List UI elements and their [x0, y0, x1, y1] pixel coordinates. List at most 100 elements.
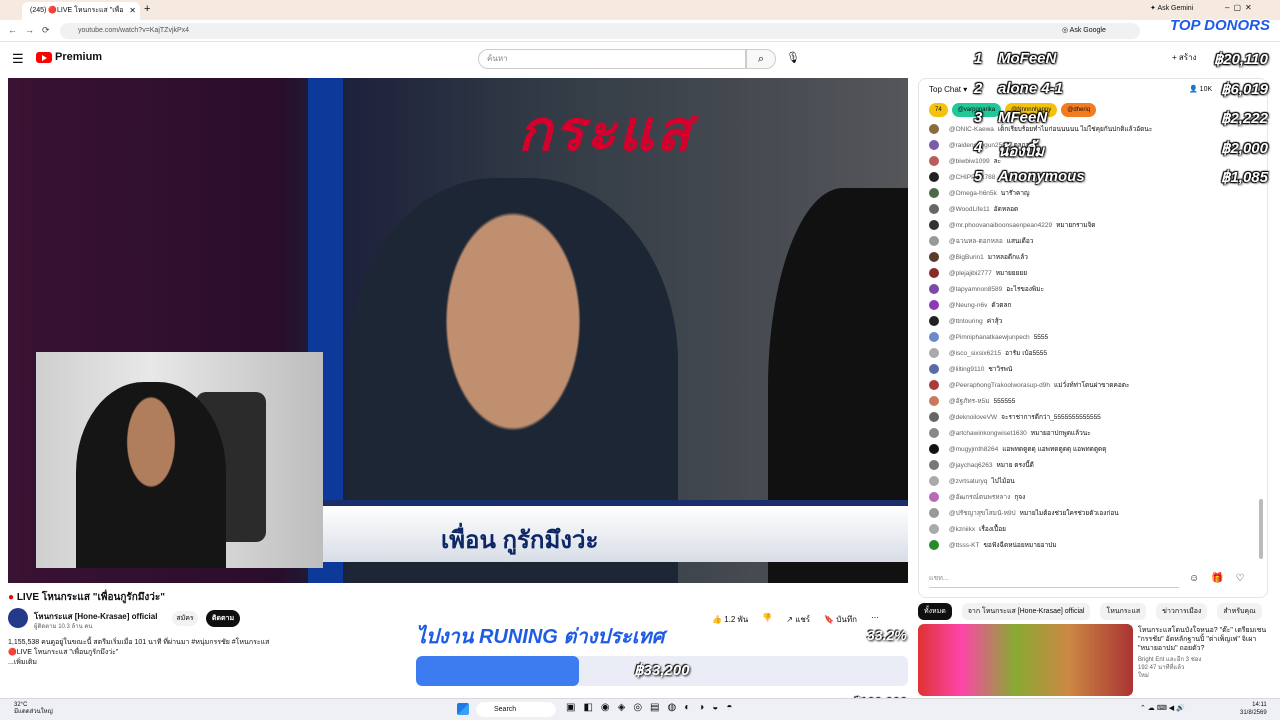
start-button[interactable] — [457, 703, 469, 715]
avatar[interactable] — [929, 364, 939, 374]
dislike-icon[interactable]: 👎 — [762, 613, 772, 626]
avatar[interactable] — [929, 140, 939, 150]
avatar[interactable] — [929, 188, 939, 198]
chat-username[interactable]: @Pimniphanatkaewjunpech — [949, 334, 1030, 341]
avatar[interactable] — [929, 428, 939, 438]
chat-message[interactable]: @plejajibi2777 หมายยยยย — [929, 265, 1254, 281]
recommendation-chip[interactable]: จาก โหนกระแส [Hone-Krasae] official — [961, 603, 1091, 620]
chat-scrollbar[interactable] — [1259, 499, 1263, 559]
avatar[interactable] — [929, 284, 939, 294]
nav-buttons[interactable]: ←→⟳ — [8, 25, 58, 36]
chat-username[interactable]: @tapyamnon8589 — [949, 286, 1002, 293]
chat-message[interactable]: @อัฐภัทร-ห5ม 555555 — [929, 393, 1254, 409]
chat-username[interactable]: @ttsss-KT — [949, 542, 979, 549]
chat-message[interactable]: @kzniikx เรื่องเปื้อย — [929, 521, 1254, 537]
url-field[interactable]: youtube.com/watch?v=KajTZvjkPx4 — [60, 23, 1140, 39]
recommendation-chip[interactable]: ทั้งหมด — [918, 603, 952, 620]
chat-message[interactable]: @lilting9110 ชาวิรพนั — [929, 361, 1254, 377]
recommendation-chip[interactable]: โหนกระแส — [1100, 603, 1147, 620]
recommendation-thumbnail[interactable] — [918, 624, 1133, 696]
chat-message[interactable]: @WoodLife11 อัดหลอด — [929, 201, 1254, 217]
chat-username[interactable]: @lilting9110 — [949, 366, 984, 373]
chat-message[interactable]: @ฉวนหล-ตอกหลอ แสนเดือว — [929, 233, 1254, 249]
recommendation-chip[interactable]: ข่าวการเมือง — [1156, 603, 1208, 620]
chat-message[interactable]: @isco_sixsix6215 อารัม เบ้อ5555 — [929, 345, 1254, 361]
emoji-icon[interactable]: ☺ — [1189, 573, 1211, 584]
chat-username[interactable]: @biwbiw1099 — [949, 158, 990, 165]
save-button[interactable]: 🔖 บันทึก — [824, 613, 857, 626]
chat-message[interactable]: @tapyamnon8589 อะไรของพิมะ — [929, 281, 1254, 297]
chat-username[interactable]: @อัฐภัทร-ห5ม — [949, 396, 990, 406]
join-button[interactable]: สมัคร — [172, 611, 198, 626]
avatar[interactable] — [929, 412, 939, 422]
pinned-donation-chip[interactable]: 74 — [929, 103, 948, 117]
avatar[interactable] — [929, 396, 939, 406]
share-button[interactable]: ↗ แชร์ — [786, 613, 810, 626]
chat-message[interactable]: @ttsss-KT ขอฟังฉีดหน่อยหมายอาปม — [929, 537, 1254, 553]
chat-message[interactable]: @PeeraphongTrakoolworasup-d9h แม่วั่งท์ท่… — [929, 377, 1254, 393]
avatar[interactable] — [929, 268, 939, 278]
chat-message[interactable]: @ปรัชญาสุขโสมนั-ห9ป หมายไมต้องช่วยใครช่วย… — [929, 505, 1254, 521]
window-controls[interactable]: –▢✕ — [1225, 3, 1256, 12]
ask-gemini-button[interactable]: ✦ Ask Gemini — [1150, 4, 1193, 12]
taskbar-apps[interactable]: ▣◧◉◈◎▤◍◐◑◒◓ — [566, 702, 740, 713]
search-icon[interactable]: ⌕ — [746, 49, 776, 69]
chat-message[interactable]: @Pimniphanatkaewjunpech 5555 — [929, 329, 1254, 345]
search-input[interactable]: ค้นหา — [478, 49, 746, 69]
chat-username[interactable]: @อัฒกรณ์ตนพรหลาง — [949, 492, 1010, 502]
chat-message[interactable]: @deknoiloveVW จะราชาการดีกว่า_55555555555… — [929, 409, 1254, 425]
system-tray[interactable]: ⌃ ☁ ⌨ ◀ 🔊 — [1140, 704, 1185, 712]
avatar[interactable] — [929, 348, 939, 358]
new-tab-icon[interactable]: + — [144, 3, 150, 15]
chat-username[interactable]: @ttntouring — [949, 318, 983, 325]
browser-tab[interactable]: (245) 🔴LIVE โหนกระแส "เพื่อ ✕ — [22, 2, 140, 20]
chat-username[interactable]: @PeeraphongTrakoolworasup-d9h — [949, 382, 1050, 389]
chat-message[interactable]: @mugyjmth8264 แอพทดตูดดุ แอพทดตูดดุ แอพทด… — [929, 441, 1254, 457]
avatar[interactable] — [929, 492, 939, 502]
chat-message[interactable]: @Neung-n6v ตัวตลก — [929, 297, 1254, 313]
chat-username[interactable]: @ฉวนหล-ตอกหลอ — [949, 236, 1003, 246]
chat-username[interactable]: @mr.phoovanaiboonsaenpean4229 — [949, 222, 1052, 229]
more-icon[interactable]: ⋯ — [871, 613, 879, 626]
avatar[interactable] — [929, 156, 939, 166]
clock[interactable]: 14:11 31/8/2569 — [1240, 701, 1267, 717]
chat-username[interactable]: @zvrtsaturyq — [949, 478, 987, 485]
chat-message[interactable]: @zvrtsaturyq ไปไม้อน — [929, 473, 1254, 489]
chat-username[interactable]: @jaychaq6263 — [949, 462, 992, 469]
menu-icon[interactable]: ☰ — [12, 51, 24, 67]
chat-message[interactable]: @mr.phoovanaiboonsaenpean4229 หมายกรามจิด — [929, 217, 1254, 233]
chat-message[interactable]: @อัฒกรณ์ตนพรหลาง กุจง — [929, 489, 1254, 505]
heart-icon[interactable]: ♡ — [1236, 573, 1257, 584]
chat-username[interactable]: @Neung-n6v — [949, 302, 987, 309]
avatar[interactable] — [929, 252, 939, 262]
close-icon[interactable]: ✕ — [129, 2, 136, 20]
chat-message[interactable]: @ttntouring ค่าสุ้ว — [929, 313, 1254, 329]
avatar[interactable] — [929, 508, 939, 518]
mic-icon[interactable]: 🎙 — [786, 51, 800, 64]
avatar[interactable] — [929, 332, 939, 342]
avatar[interactable] — [929, 476, 939, 486]
chat-message[interactable]: @jaychaq6263 หมาย ตรงนี้ดี — [929, 457, 1254, 473]
chat-input[interactable]: แชท... — [929, 573, 1179, 588]
description-more[interactable]: ...เพิ่มเติม — [8, 658, 408, 668]
taskbar-search[interactable]: Search — [476, 702, 556, 717]
avatar[interactable] — [929, 172, 939, 182]
avatar[interactable] — [929, 540, 939, 550]
avatar[interactable] — [929, 204, 939, 214]
recommendation-chip[interactable]: สำหรับคุณ — [1217, 603, 1262, 620]
avatar[interactable] — [929, 524, 939, 534]
chat-username[interactable]: @artchawinkongwiset1630 — [949, 430, 1027, 437]
chat-username[interactable]: @WoodLife11 — [949, 206, 990, 213]
avatar[interactable] — [929, 300, 939, 310]
avatar[interactable] — [929, 444, 939, 454]
chat-username[interactable]: @kzniikx — [949, 526, 975, 533]
like-button[interactable]: 👍 1.2 พัน — [712, 613, 748, 626]
ask-google-button[interactable]: ◎ Ask Google — [1062, 26, 1106, 34]
chat-username[interactable]: @ปรัชญาสุขโสมนั-ห9ป — [949, 508, 1016, 518]
avatar[interactable] — [929, 220, 939, 230]
gift-icon[interactable]: 🎁 — [1211, 573, 1235, 584]
chat-username[interactable]: @BigBurin1 — [949, 254, 984, 261]
recommendation-title[interactable]: โหนกระแสโดนบังใจหนอ? "ต๊ะ" เตรียมเชน "กร… — [1138, 626, 1268, 653]
avatar[interactable] — [929, 380, 939, 390]
chat-username[interactable]: @mugyjmth8264 — [949, 446, 998, 453]
